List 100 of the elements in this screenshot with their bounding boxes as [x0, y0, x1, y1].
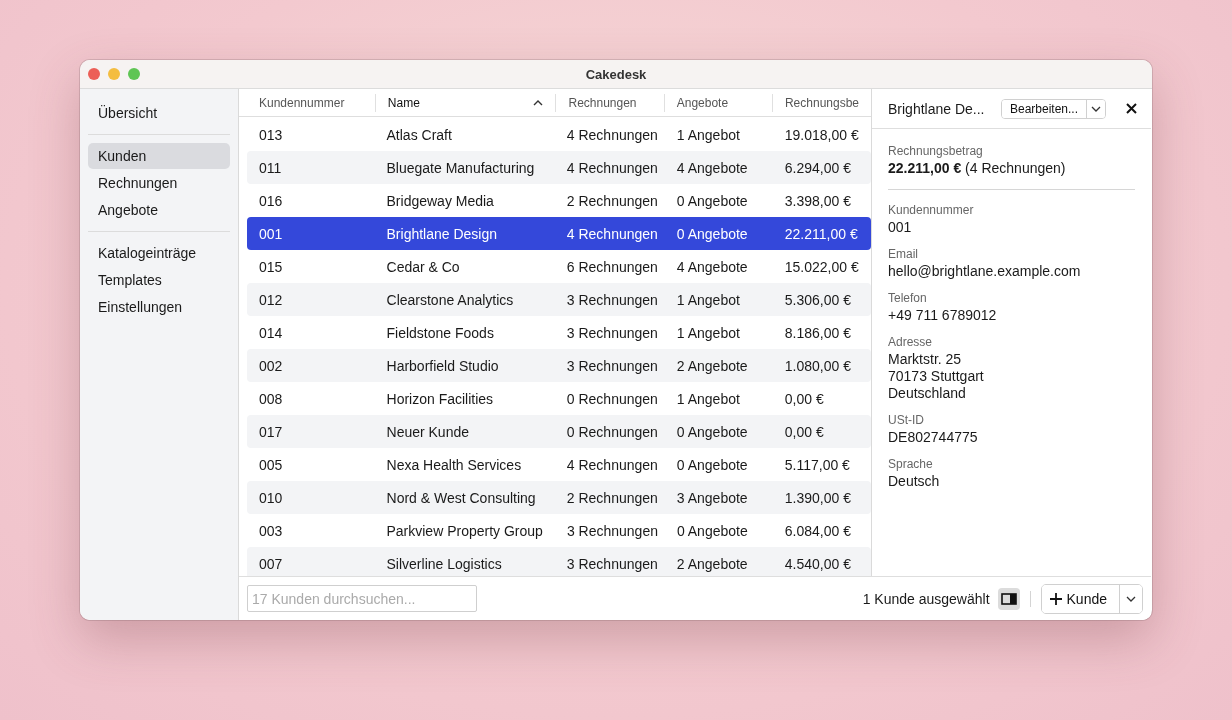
- table-cell-text: 2 Rechnungen: [565, 489, 659, 506]
- table-cell-text: 4 Rechnungen: [565, 456, 659, 473]
- window-title: Cakedesk: [585, 66, 647, 82]
- table-row[interactable]: 002 Harborfield Studio 3 Rechnungen 2 Angebote 1.080,00 €: [247, 349, 871, 382]
- table-cell-text: 0 Angebote: [675, 456, 749, 473]
- table-cell-text: 010: [258, 489, 284, 506]
- field-label: USt-ID: [888, 412, 925, 428]
- column-header[interactable]: Name: [374, 93, 556, 112]
- table-cell-text: 1 Angebot: [675, 291, 741, 308]
- sidebar-item[interactable]: Kunden: [88, 143, 230, 169]
- table-cell-text: 3.398,00 €: [783, 192, 852, 209]
- field-value: Deutschland: [888, 385, 967, 402]
- sidebar-item[interactable]: Übersicht: [88, 100, 230, 126]
- table-row[interactable]: 015 Cedar & Co 6 Rechnungen 4 Angebote 15.022,00 €: [247, 250, 871, 283]
- table-cell-text: 4 Rechnungen: [565, 126, 659, 143]
- table-cell-text: 6.294,00 €: [783, 159, 852, 176]
- table-row[interactable]: 010 Nord & West Consulting 2 Rechnungen 3 Angebote 1.390,00 €: [247, 481, 871, 514]
- close-window-button[interactable]: [88, 68, 100, 80]
- table-cell-text: 001: [258, 225, 284, 242]
- table-cell-text: 1.390,00 €: [783, 489, 852, 506]
- table-cell-text: 0,00 €: [783, 423, 825, 440]
- table-cell-text: 0,00 €: [783, 390, 825, 407]
- table-cell-text: 015: [258, 258, 284, 275]
- table-row[interactable]: 008 Horizon Facilities 0 Rechnungen 1 Angebot 0,00 €: [247, 382, 871, 415]
- table-row[interactable]: 003 Parkview Property Group 3 Rechnungen 0 Angebote 6.084,00 €: [247, 514, 871, 547]
- column-header[interactable]: Angebote: [663, 93, 772, 112]
- table-cell-text: Brightlane Design: [385, 225, 499, 242]
- table-cell-text: 3 Rechnungen: [565, 357, 659, 374]
- field-value: 001: [888, 219, 913, 236]
- table-cell-text: 0 Angebote: [675, 225, 749, 242]
- table-cell-text: Clearstone Analytics: [385, 291, 515, 308]
- field-label: Rechnungsbetrag: [888, 143, 984, 159]
- table-cell-text: 4 Rechnungen: [565, 225, 659, 242]
- field-label: Kundennummer: [888, 202, 975, 218]
- table-cell-text: Nord & West Consulting: [385, 489, 537, 506]
- table-cell-text: 3 Rechnungen: [565, 324, 659, 341]
- table-cell-text: 5.306,00 €: [783, 291, 852, 308]
- field-value: hello@brightlane.example.com: [888, 263, 1082, 280]
- table-cell-text: 0 Angebote: [675, 192, 749, 209]
- edit-button[interactable]: Bearbeiten...: [1001, 99, 1087, 118]
- table-cell-text: 002: [258, 357, 284, 374]
- panel-toggle-button[interactable]: [997, 587, 1020, 610]
- sidebar-item[interactable]: Angebote: [88, 197, 230, 223]
- sidebar-panel-icon: [1000, 592, 1017, 605]
- sort-ascending-icon: [533, 99, 544, 106]
- table-cell-text: Horizon Facilities: [385, 390, 495, 407]
- table-cell-text: 22.211,00 €: [783, 225, 859, 242]
- table-cell-text: 0 Angebote: [675, 423, 749, 440]
- field-label: Email: [888, 246, 919, 262]
- table-cell-text: 013: [258, 126, 284, 143]
- detail-title: Brightlane De...: [888, 100, 986, 117]
- table-cell-text: Silverline Logistics: [385, 555, 503, 572]
- field-label: Telefon: [888, 290, 928, 306]
- table-cell-text: 1 Angebot: [675, 126, 741, 143]
- table-cell-text: 15.022,00 €: [783, 258, 860, 275]
- table-cell-text: 1.080,00 €: [783, 357, 852, 374]
- table-cell-text: 017: [258, 423, 284, 440]
- sidebar-item[interactable]: Rechnungen: [88, 170, 230, 196]
- close-icon[interactable]: [1126, 103, 1137, 114]
- table-cell-text: 1 Angebot: [675, 390, 741, 407]
- table-cell-text: 3 Rechnungen: [565, 522, 659, 539]
- zoom-window-button[interactable]: [128, 68, 140, 80]
- minimize-window-button[interactable]: [108, 68, 120, 80]
- field-value: 70173 Stuttgart: [888, 368, 985, 385]
- search-field[interactable]: 17 Kunden durchsuchen...: [247, 585, 477, 612]
- table-row[interactable]: 007 Silverline Logistics 3 Rechnungen 2 Angebote 4.540,00 €: [247, 547, 871, 576]
- table-cell-text: 6.084,00 €: [783, 522, 852, 539]
- table-cell-text: 014: [258, 324, 284, 341]
- field-value: Deutsch: [888, 473, 941, 490]
- table-row[interactable]: 001 Brightlane Design 4 Rechnungen 0 Angebote 22.211,00 €: [247, 217, 871, 250]
- sidebar-item[interactable]: Katalogeinträge: [88, 240, 230, 266]
- table-row[interactable]: 012 Clearstone Analytics 3 Rechnungen 1 Angebot 5.306,00 €: [247, 283, 871, 316]
- field-label: Adresse: [888, 334, 934, 350]
- chevron-down-icon: [1091, 105, 1101, 112]
- table-row[interactable]: 016 Bridgeway Media 2 Rechnungen 0 Angebote 3.398,00 €: [247, 184, 871, 217]
- table-cell-text: Fieldstone Foods: [385, 324, 495, 341]
- column-header[interactable]: Rechnungen: [555, 93, 664, 112]
- table-cell-text: 2 Angebote: [675, 357, 749, 374]
- table-row[interactable]: 005 Nexa Health Services 4 Rechnungen 0 Angebote 5.117,00 €: [247, 448, 871, 481]
- table-cell-text: 4.540,00 €: [783, 555, 852, 572]
- table-cell-text: 0 Angebote: [675, 522, 749, 539]
- table-row[interactable]: 017 Neuer Kunde 0 Rechnungen 0 Angebote 0,00 €: [247, 415, 871, 448]
- table-cell-text: 4 Angebote: [675, 258, 749, 275]
- field-value: DE802744775: [888, 429, 979, 446]
- sidebar-item[interactable]: Templates: [88, 267, 230, 293]
- table-row[interactable]: 014 Fieldstone Foods 3 Rechnungen 1 Angebot 8.186,00 €: [247, 316, 871, 349]
- table-cell-text: 008: [258, 390, 284, 407]
- table-cell-text: Harborfield Studio: [385, 357, 500, 374]
- table-cell-text: Atlas Craft: [385, 126, 453, 143]
- table-cell-text: 016: [258, 192, 284, 209]
- table-cell-text: 3 Angebote: [675, 489, 749, 506]
- sidebar-item[interactable]: Einstellungen: [88, 294, 230, 320]
- table-cell-text: 005: [258, 456, 284, 473]
- column-header[interactable]: Kundennummer: [247, 93, 375, 112]
- table-row[interactable]: 011 Bluegate Manufacturing 4 Rechnungen 4 Angebote 6.294,00 €: [247, 151, 871, 184]
- table-row[interactable]: 013 Atlas Craft 4 Rechnungen 1 Angebot 19.018,00 €: [247, 118, 871, 151]
- table-cell-text: 4 Rechnungen: [565, 159, 659, 176]
- table-cell-text: 012: [258, 291, 284, 308]
- add-customer-button[interactable]: Kunde: [1041, 584, 1120, 613]
- table-cell-text: 011: [258, 159, 283, 176]
